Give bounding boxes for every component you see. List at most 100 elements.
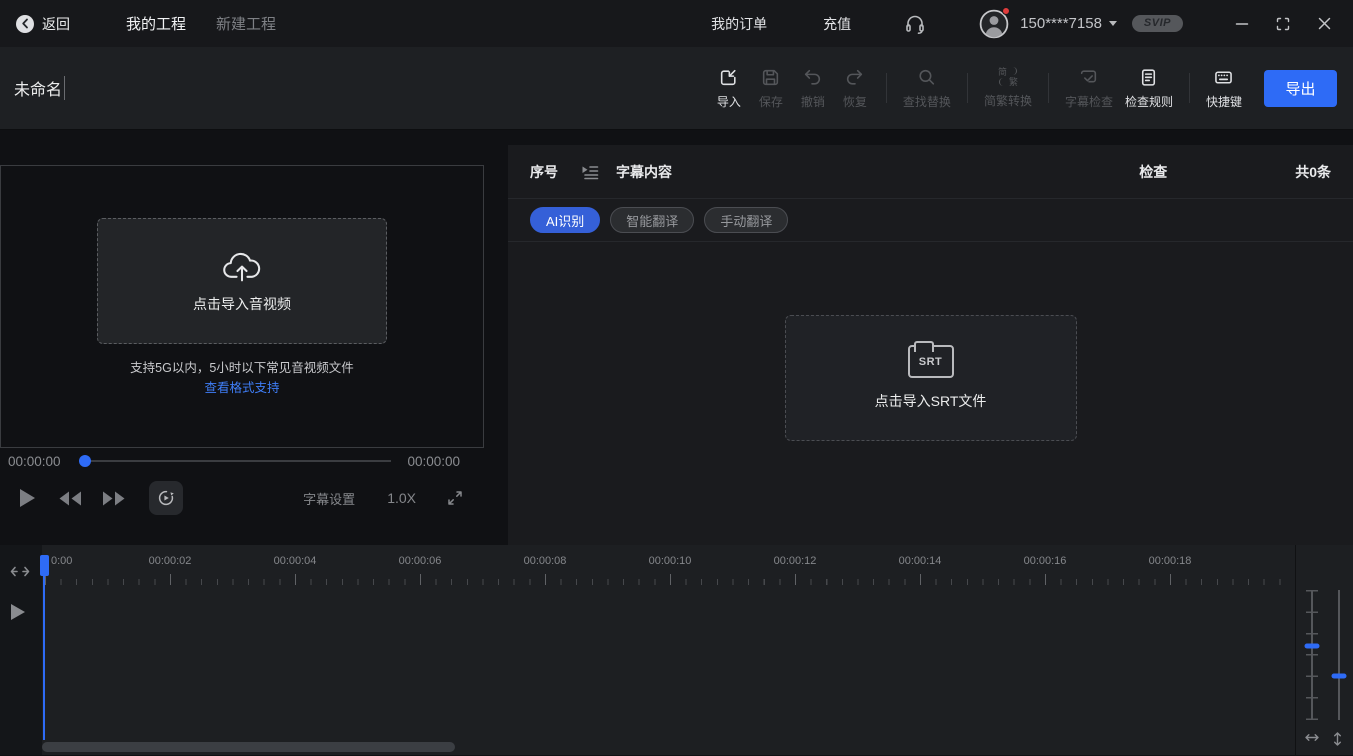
check-rules-button[interactable]: 检查规则 [1119, 67, 1179, 110]
import-media-dropzone[interactable]: 点击导入音视频 [97, 218, 387, 344]
seek-handle[interactable] [79, 455, 91, 467]
ruler-major-ticks [45, 574, 1295, 585]
seek-track[interactable] [85, 460, 392, 462]
import-icon [718, 67, 739, 88]
timeline-play-button[interactable] [11, 604, 25, 620]
subtitle-panel: 序号 字幕内容 检查 共0条 AI识别 智能翻译 手动翻译 SRT 点击导入 [508, 145, 1353, 545]
hzoom-slider-handle[interactable] [1305, 643, 1320, 648]
undo-button[interactable]: 撤销 [792, 67, 834, 110]
tab-ai-recognition[interactable]: AI识别 [530, 207, 600, 233]
ruler-label: 00:00:06 [399, 555, 442, 567]
top-bar: 返回 我的工程 新建工程 我的订单 充值 150****7158 SVIP [0, 0, 1353, 47]
player-controls: 字幕设置 1.0X [0, 477, 490, 519]
play-icon [20, 489, 35, 507]
play-button[interactable] [20, 489, 35, 507]
playlist-tracking-icon[interactable] [580, 163, 600, 181]
top-nav: 我的工程 新建工程 [126, 13, 276, 34]
playhead-handle[interactable] [40, 555, 49, 576]
playhead-line [43, 573, 45, 740]
shortcuts-button[interactable]: 快捷键 [1200, 67, 1248, 110]
hzoom-out-button[interactable] [1305, 716, 1319, 730]
subtitle-settings-button[interactable]: 字幕设置 [303, 489, 355, 508]
convert-label: 简繁转换 [984, 92, 1032, 109]
import-button[interactable]: 导入 [708, 67, 750, 110]
horizontal-move-icon[interactable] [8, 564, 32, 579]
top-bar-right: 我的订单 充值 150****7158 SVIP [711, 9, 1337, 39]
srt-folder-icon: SRT [908, 345, 954, 378]
main-area: 点击导入音视频 支持5G以内，5小时以下常见音视频文件 查看格式支持 00:00… [0, 130, 1353, 545]
toolbar-divider [886, 73, 887, 103]
tab-smart-translate[interactable]: 智能翻译 [610, 207, 694, 233]
find-replace-button[interactable]: 查找替换 [897, 67, 957, 110]
hzoom-in-button[interactable] [1305, 567, 1319, 581]
loop-play-icon [156, 488, 176, 508]
toolbar-divider [1189, 73, 1190, 103]
rewind-icon [57, 490, 83, 507]
my-orders-link[interactable]: 我的订单 [711, 14, 767, 34]
rewind-button[interactable] [57, 490, 83, 507]
rules-doc-icon [1138, 67, 1159, 88]
search-icon [916, 67, 937, 88]
upload-hint: 支持5G以内，5小时以下常见音视频文件 [1, 357, 483, 376]
srt-badge: SRT [917, 356, 945, 368]
ruler-label: 00:00:12 [774, 555, 817, 567]
save-icon [760, 67, 781, 88]
account-number[interactable]: 150****7158 [1020, 15, 1102, 32]
maximize-button[interactable] [1270, 11, 1296, 37]
video-panel: 点击导入音视频 支持5G以内，5小时以下常见音视频文件 查看格式支持 00:00… [0, 130, 490, 545]
horizontal-arrow-icon [1304, 731, 1320, 744]
tab-manual-translate[interactable]: 手动翻译 [704, 207, 788, 233]
convert-button[interactable]: 简 繁 简繁转换 [978, 67, 1038, 109]
avatar[interactable] [979, 9, 1009, 39]
ruler-label: 00:00:14 [899, 555, 942, 567]
nav-new-project[interactable]: 新建工程 [216, 13, 276, 34]
ruler-label: 00:00:08 [524, 555, 567, 567]
vzoom-slider[interactable] [1331, 590, 1347, 720]
timeline-zoom-rail [1295, 545, 1353, 755]
minimize-button[interactable] [1229, 11, 1255, 37]
nav-my-projects[interactable]: 我的工程 [126, 13, 186, 34]
vzoom-in-button[interactable] [1332, 567, 1346, 581]
hzoom-control [1301, 545, 1323, 755]
export-button[interactable]: 导出 [1264, 70, 1337, 107]
shortcuts-label: 快捷键 [1206, 93, 1242, 110]
close-button[interactable] [1311, 11, 1337, 37]
vertical-arrow-icon [1331, 731, 1344, 747]
toolbar-tools: 导入 保存 撤销 恢复 [708, 67, 1339, 110]
back-icon [16, 15, 34, 33]
project-title-field[interactable]: 未命名 [14, 76, 65, 100]
recharge-link[interactable]: 充值 [823, 14, 851, 34]
vzoom-out-button[interactable] [1332, 716, 1346, 730]
playback-speed-button[interactable]: 1.0X [387, 490, 416, 506]
subtitle-check-button[interactable]: 字幕检查 [1059, 67, 1119, 110]
cloud-upload-icon [221, 248, 263, 284]
redo-button[interactable]: 恢复 [834, 67, 876, 110]
save-button[interactable]: 保存 [750, 67, 792, 110]
time-ruler[interactable]: 0:00 00:00:02 00:00:04 00:00:06 00:00:08… [42, 545, 1295, 585]
timeline-left-rail [0, 545, 42, 755]
column-content: 字幕内容 [616, 162, 672, 182]
subtitle-header: 序号 字幕内容 检查 共0条 [508, 145, 1353, 199]
loop-play-button[interactable] [149, 481, 183, 515]
ruler-label: 00:00:04 [274, 555, 317, 567]
add-track-button[interactable] [9, 644, 25, 660]
save-label: 保存 [759, 93, 783, 110]
find-replace-label: 查找替换 [903, 93, 951, 110]
expand-icon [446, 489, 464, 507]
hzoom-slider[interactable] [1304, 590, 1320, 720]
back-button[interactable]: 返回 [16, 14, 70, 34]
timeline: 0:00 00:00:02 00:00:04 00:00:06 00:00:08… [0, 545, 1353, 755]
fast-forward-button[interactable] [101, 490, 127, 507]
simplified-traditional-icon: 简 繁 [998, 67, 1018, 87]
vzoom-slider-handle[interactable] [1332, 673, 1347, 678]
ruler-label: 00:00:16 [1024, 555, 1067, 567]
chevron-down-icon[interactable] [1109, 21, 1117, 26]
import-srt-dropzone[interactable]: SRT 点击导入SRT文件 [785, 315, 1077, 441]
format-support-link[interactable]: 查看格式支持 [1, 377, 483, 396]
slider-track [1311, 590, 1313, 720]
headset-icon[interactable] [903, 12, 927, 36]
redo-label: 恢复 [843, 93, 867, 110]
column-index: 序号 [530, 162, 558, 182]
timeline-scrollbar[interactable] [42, 742, 455, 752]
fullscreen-button[interactable] [446, 489, 464, 507]
